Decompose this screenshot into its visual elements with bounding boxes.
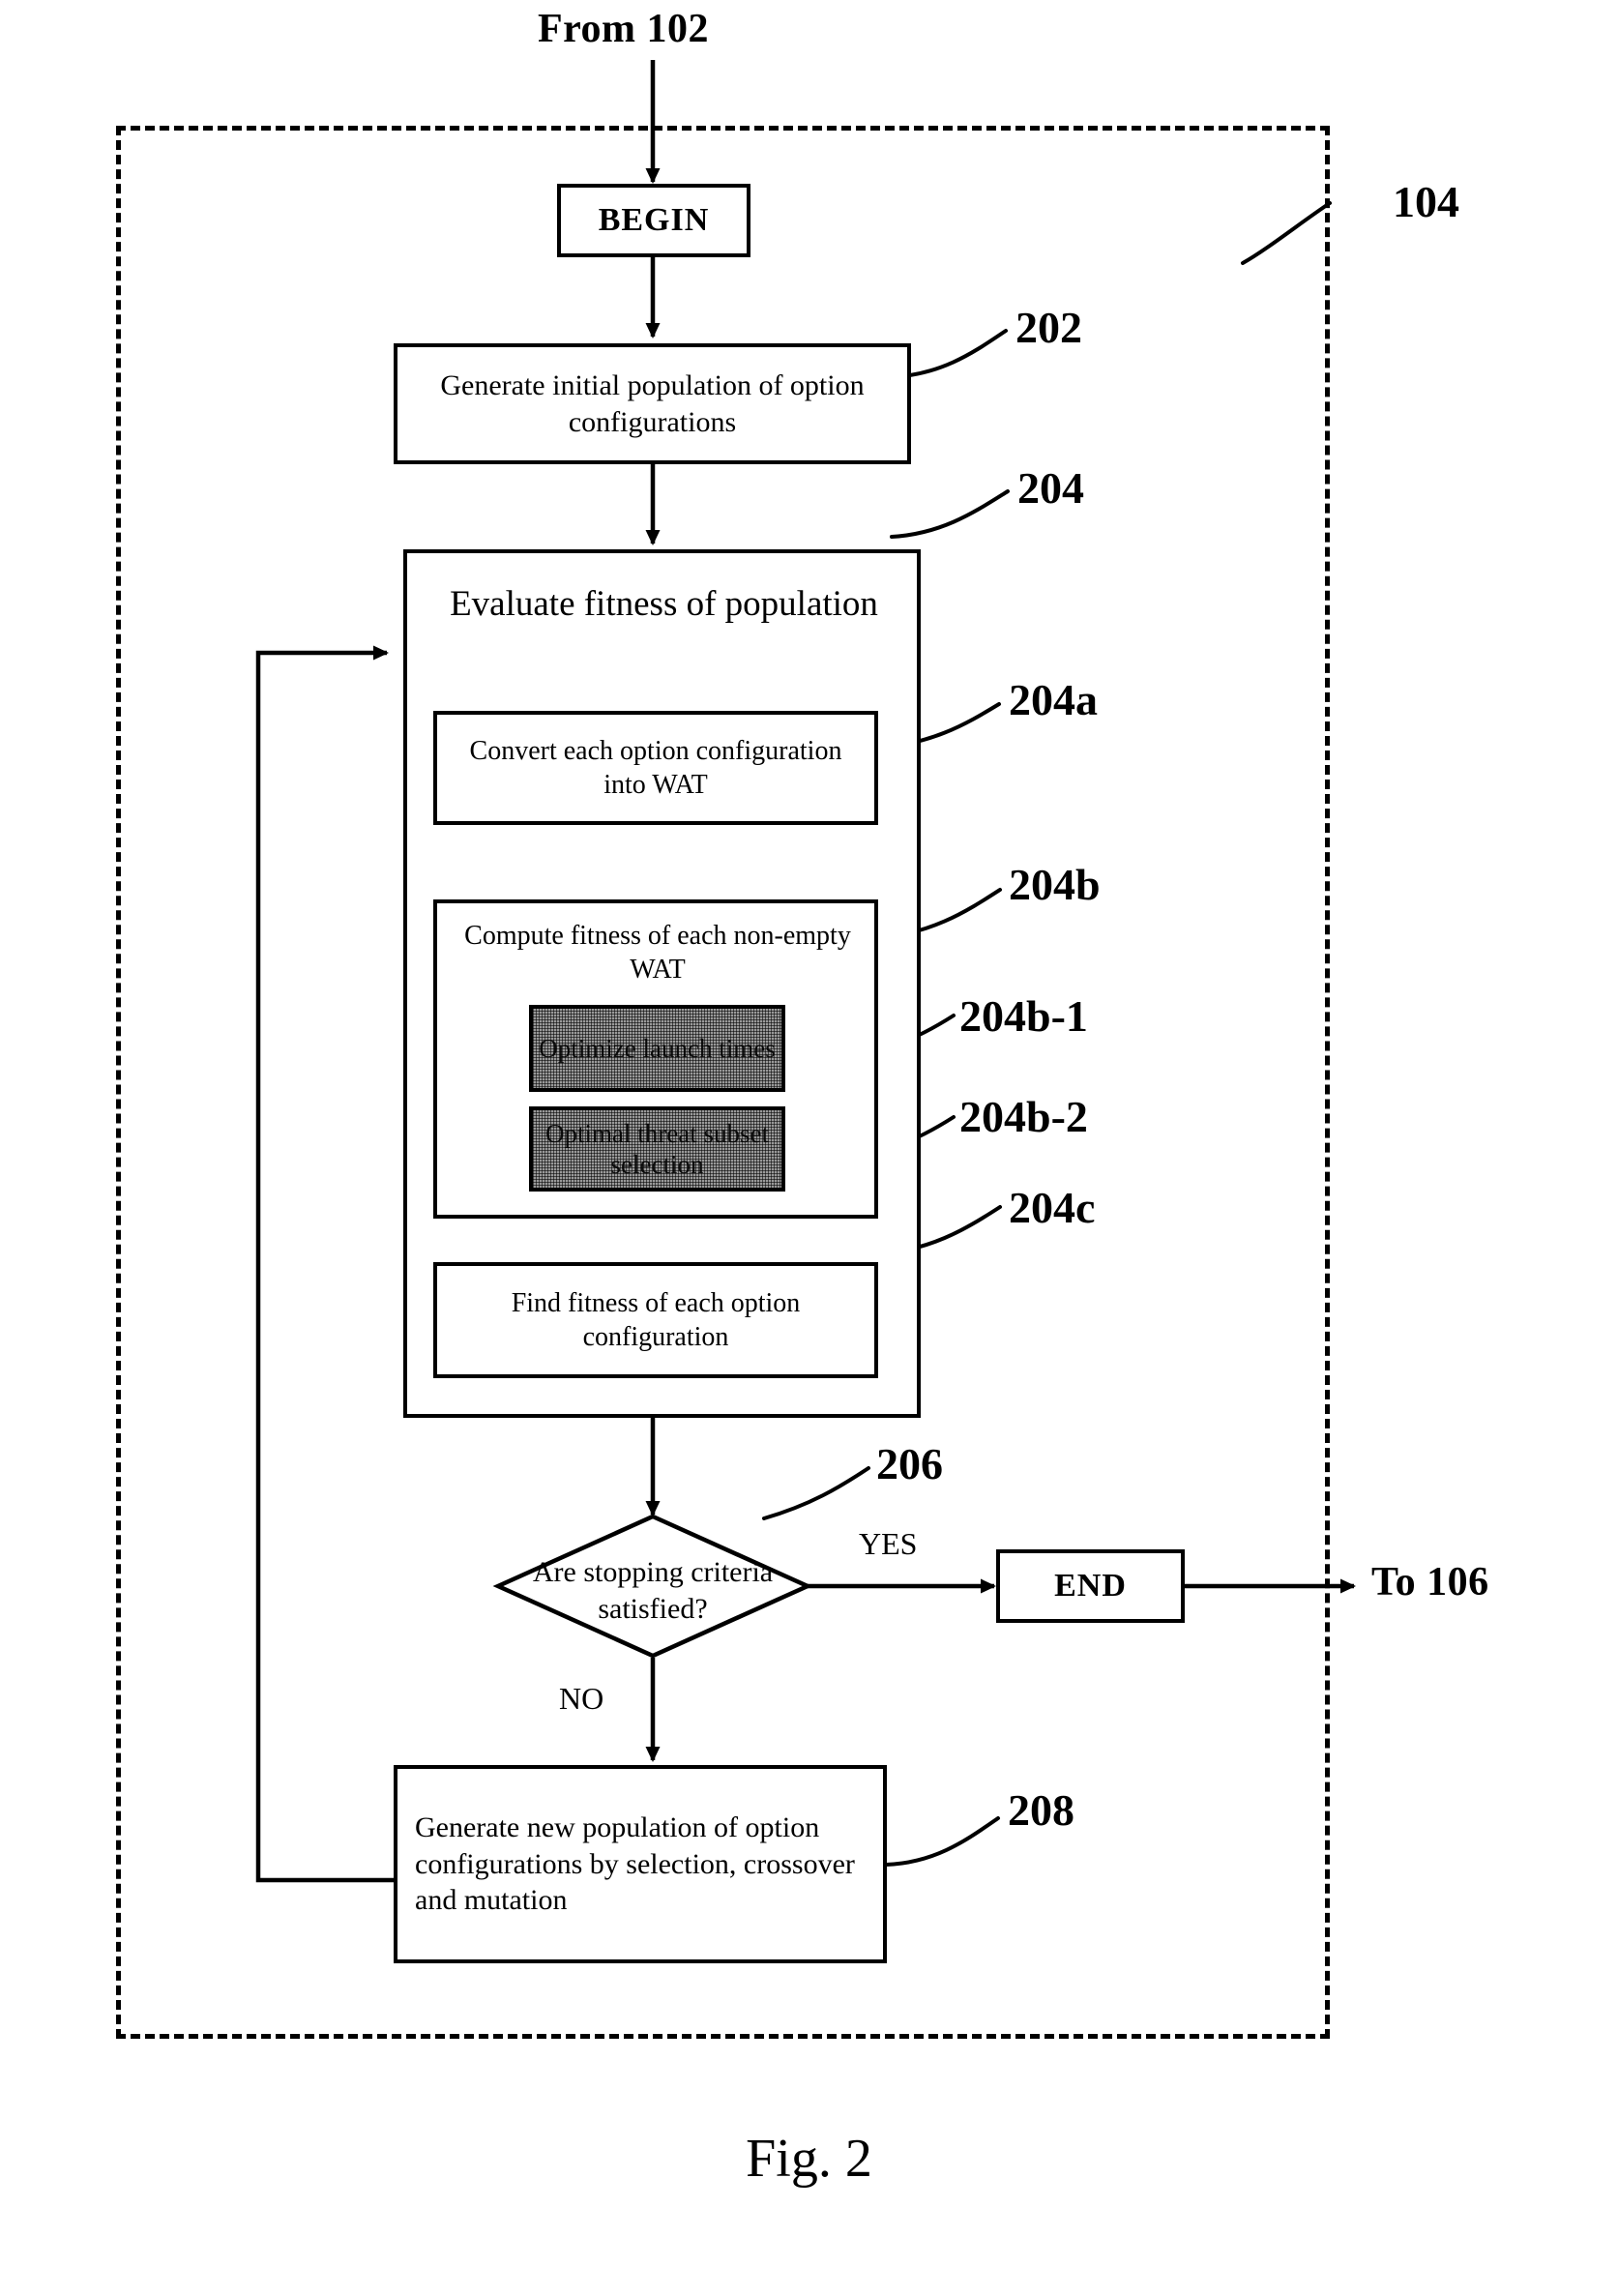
step-204b1-label: Optimize launch times [539, 1033, 776, 1063]
step-204a-box: Convert each option configuration into W… [433, 711, 878, 825]
refnum-202: 202 [1015, 303, 1082, 352]
step-202-box: Generate initial population of option co… [394, 343, 911, 464]
begin-terminator-label: BEGIN [598, 202, 710, 238]
step-208-label: Generate new population of option config… [415, 1811, 855, 1917]
from-102-label: From 102 [538, 7, 710, 51]
begin-terminator: BEGIN [557, 184, 750, 257]
refnum-204b2: 204b-2 [959, 1092, 1088, 1141]
refnum-206: 206 [876, 1439, 943, 1488]
edge-label-no: NO [559, 1681, 604, 1716]
edge-label-yes: YES [859, 1526, 918, 1561]
step-204c-label: Find fitness of each option configuratio… [511, 1288, 801, 1352]
refnum-208: 208 [1008, 1785, 1074, 1835]
patent-figure-page: From 102 104 BEGIN Generate initial popu… [0, 0, 1618, 2296]
step-204b1-box: Optimize launch times [529, 1005, 785, 1092]
decision-206-label: Are stopping criteria satisfied? [532, 1556, 774, 1625]
refnum-204: 204 [1017, 463, 1084, 513]
refnum-204c: 204c [1009, 1183, 1096, 1232]
step-204b2-label: Optimal threat subset selection [545, 1118, 769, 1179]
step-204b2-box: Optimal threat subset selection [529, 1106, 785, 1192]
step-204b-label: Compute fitness of each non-empty WAT [464, 921, 851, 985]
end-terminator: END [996, 1549, 1185, 1623]
step-202-label: Generate initial population of option co… [440, 369, 865, 438]
step-204-label: Evaluate fitness of population [450, 584, 878, 624]
step-204a-label: Convert each option configuration into W… [469, 736, 842, 800]
step-204b-box: Compute fitness of each non-empty WAT Op… [433, 899, 878, 1219]
to-106-label: To 106 [1371, 1560, 1489, 1604]
step-204c-box: Find fitness of each option configuratio… [433, 1262, 878, 1378]
figure-caption-text: Fig. 2 [746, 2129, 872, 2189]
figure-caption: Fig. 2 [0, 2128, 1618, 2190]
end-terminator-label: END [1054, 1568, 1127, 1604]
refnum-204b1: 204b-1 [959, 991, 1088, 1041]
step-208-box: Generate new population of option config… [394, 1765, 887, 1963]
refnum-204a: 204a [1009, 675, 1098, 724]
refnum-204b: 204b [1009, 860, 1101, 909]
refnum-104: 104 [1393, 177, 1459, 226]
